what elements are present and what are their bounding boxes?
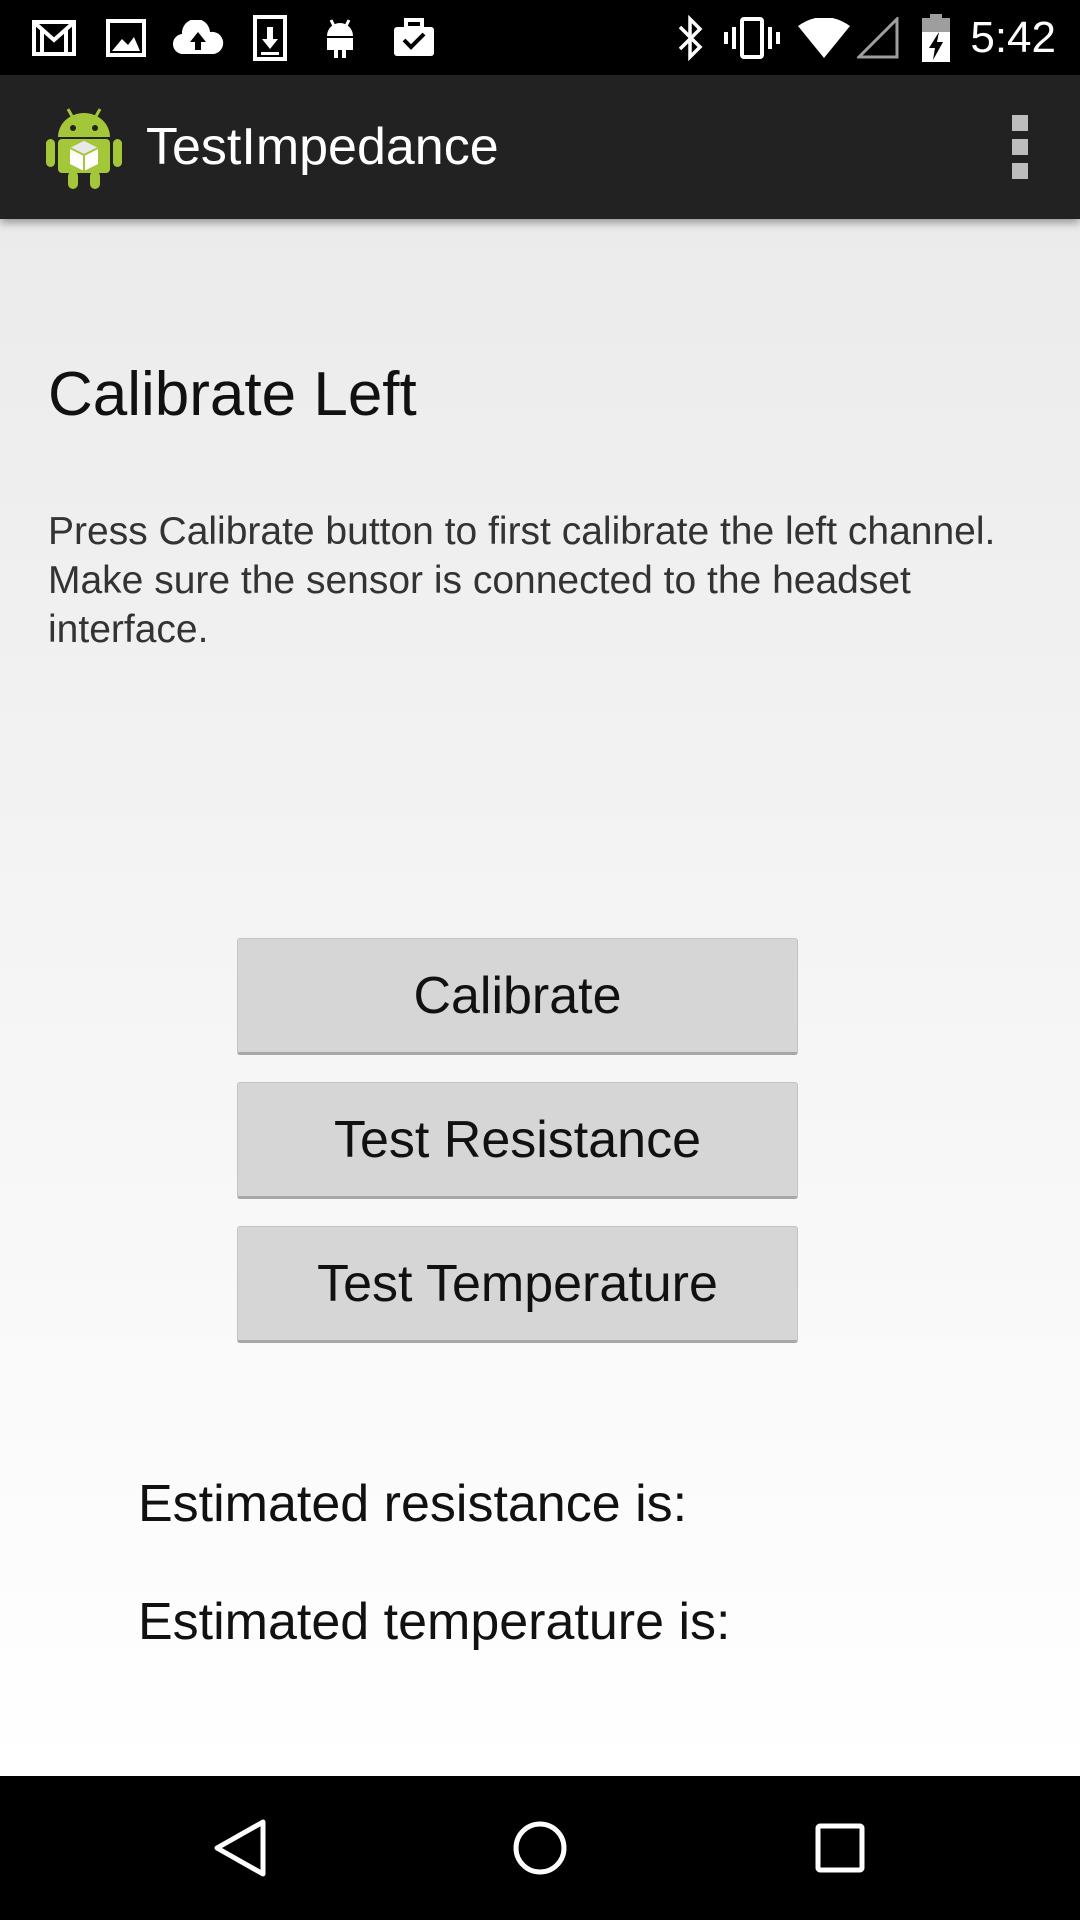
vibrate-icon — [722, 10, 782, 66]
overflow-dot — [1012, 115, 1028, 131]
status-time: 5:42 — [970, 13, 1056, 62]
overflow-dot — [1012, 163, 1028, 179]
navigation-bar — [0, 1776, 1080, 1920]
android-app-icon[interactable] — [46, 105, 122, 189]
action-bar: TestImpedance — [0, 75, 1080, 219]
wifi-icon — [796, 10, 852, 66]
recents-icon[interactable] — [800, 1808, 880, 1888]
download-icon — [250, 10, 290, 66]
test-resistance-button[interactable]: Test Resistance — [237, 1082, 798, 1199]
temperature-result-label: Estimated temperature is: — [138, 1593, 731, 1651]
status-bar: 5:42 — [0, 0, 1080, 75]
overflow-menu-icon[interactable] — [1000, 115, 1040, 179]
calibrate-button[interactable]: Calibrate — [237, 938, 798, 1055]
resistance-result-label: Estimated resistance is: — [138, 1475, 688, 1533]
page-heading: Calibrate Left — [48, 360, 417, 429]
briefcase-check-icon — [390, 10, 438, 66]
battery-charging-icon — [918, 10, 954, 66]
gmail-icon — [30, 10, 78, 66]
bluetooth-icon — [672, 10, 708, 66]
cloud-upload-icon — [170, 10, 226, 66]
main-content: Calibrate Left Press Calibrate button to… — [0, 219, 1080, 1776]
android-icon — [320, 10, 360, 66]
test-temperature-button[interactable]: Test Temperature — [237, 1226, 798, 1343]
instructions-text: Press Calibrate button to first calibrat… — [48, 510, 996, 651]
back-icon[interactable] — [200, 1808, 280, 1888]
overflow-dot — [1012, 139, 1028, 155]
app-title: TestImpedance — [146, 118, 499, 176]
image-icon — [104, 10, 148, 66]
home-icon[interactable] — [500, 1808, 580, 1888]
signal-icon — [856, 10, 900, 66]
